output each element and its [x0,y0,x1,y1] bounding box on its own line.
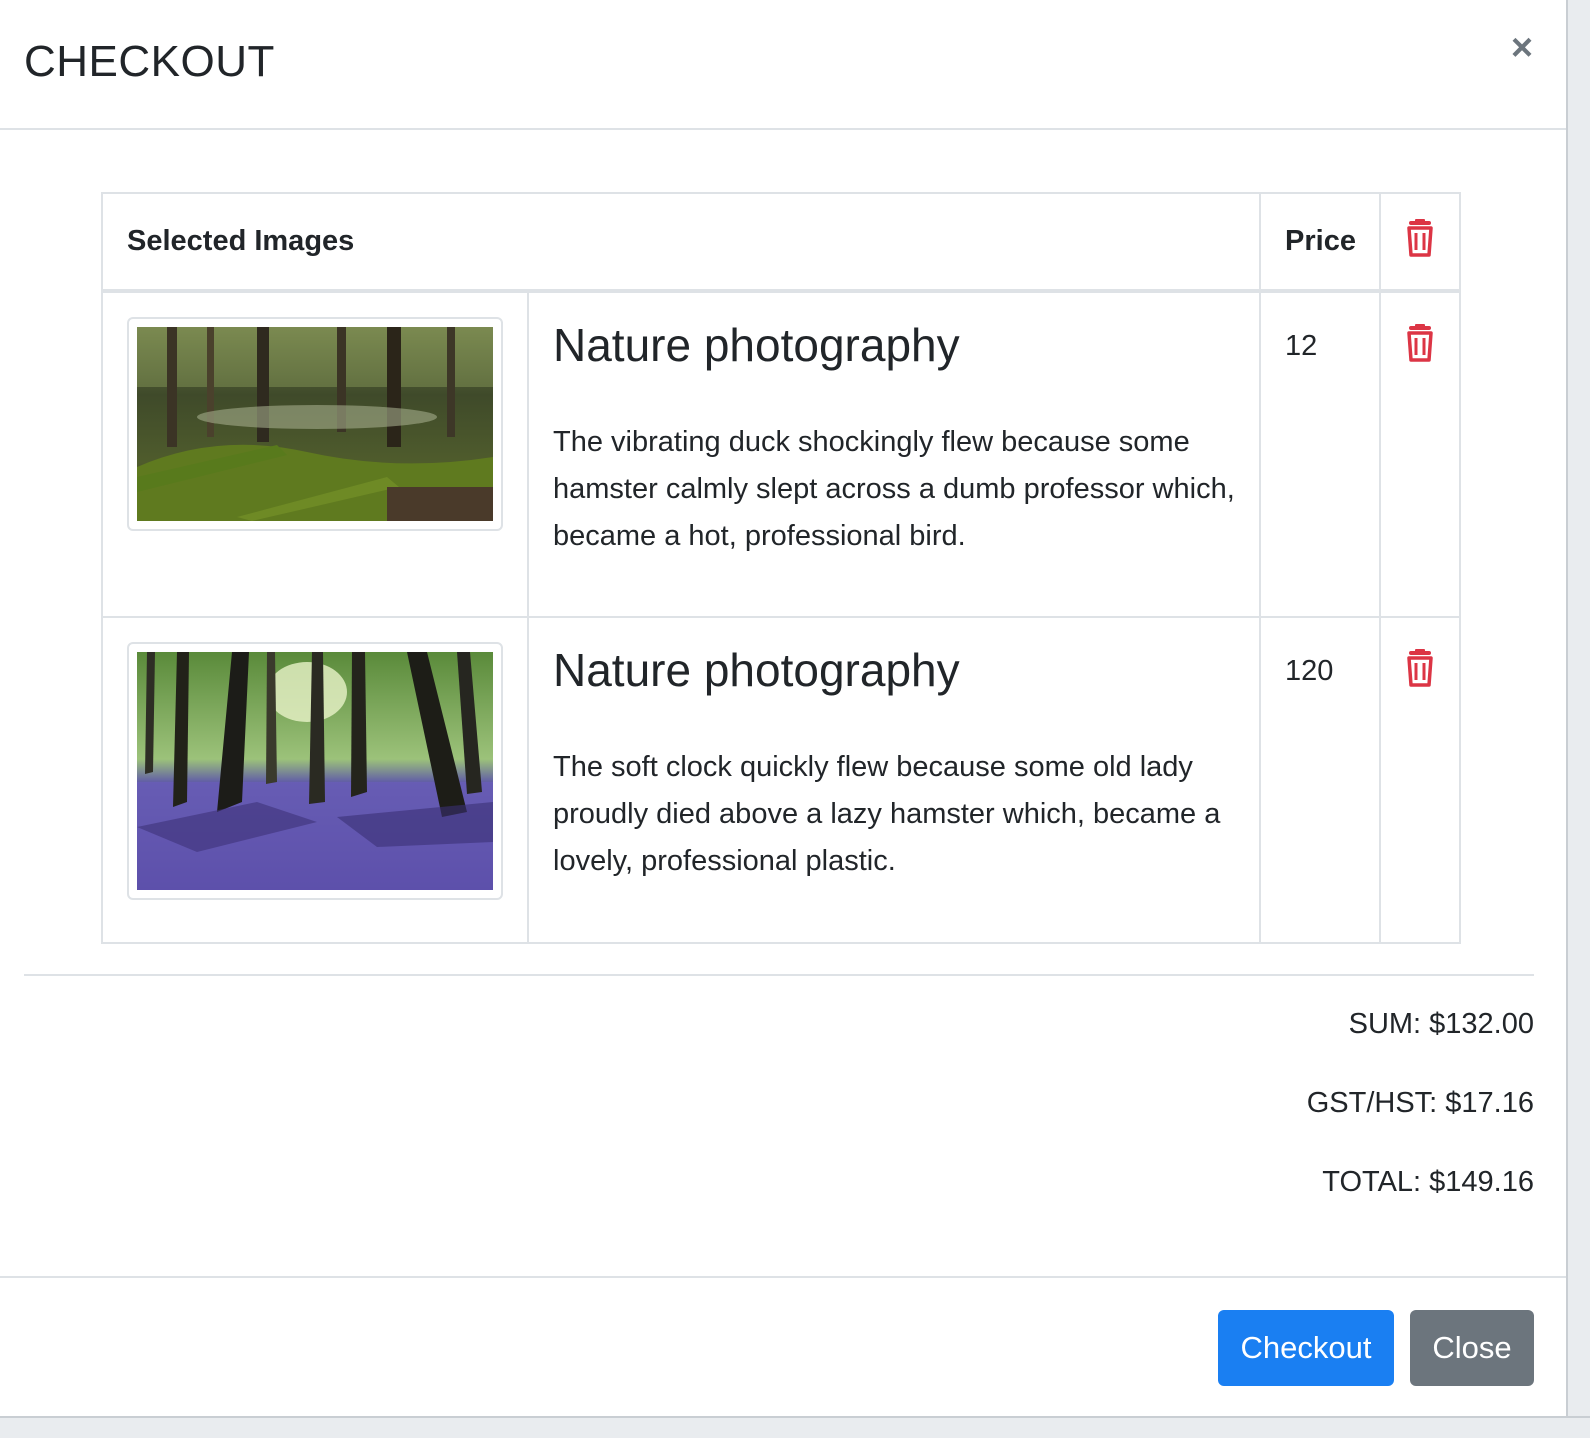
price-cell: 12 [1259,290,1382,618]
item-description: The vibrating duck shockingly flew becau… [553,426,1235,552]
item-description: The soft clock quickly flew because some… [553,751,1221,877]
page: CHECKOUT × Selected Images Price Nature … [0,0,1590,1438]
total-text: TOTAL: $149.16 [1322,1166,1534,1198]
table-row: Nature photography The soft clock quickl… [101,616,1462,944]
modal-title: CHECKOUT [24,37,275,86]
totals-summary: SUM: $132.00 GST/HST: $17.16 TOTAL: $149… [1307,1008,1534,1245]
backdrop-edge-bottom [0,1416,1590,1438]
sum-text: SUM: $132.00 [1348,1008,1534,1040]
modal-footer: Checkout Close [0,1276,1566,1418]
item-price: 120 [1285,655,1334,687]
header-selected-images: Selected Images [100,192,1262,293]
table-row: Nature photography The vibrating duck sh… [101,290,1462,618]
close-icon[interactable]: × [1500,26,1544,70]
cart-table: Selected Images Price Nature photography… [100,192,1462,944]
item-title: Nature photography [553,319,960,371]
header-trash [1379,192,1462,293]
totals-divider [24,974,1534,976]
clear-all-trash-icon[interactable] [1400,218,1440,258]
trash-cell [1379,616,1462,944]
header-price: Price [1259,192,1382,293]
thumbnail-mossy-forest[interactable] [127,317,503,531]
remove-item-trash-icon[interactable] [1400,323,1440,363]
image-cell [101,290,529,618]
modal-header: CHECKOUT × [0,0,1566,130]
item-price: 12 [1285,330,1318,362]
backdrop-edge [1566,0,1590,1438]
tax-text: GST/HST: $17.16 [1306,1087,1534,1119]
table-header-row: Selected Images Price [100,192,1462,293]
checkout-modal: CHECKOUT × Selected Images Price Nature … [0,0,1566,1416]
cart-table-wrapper: Selected Images Price Nature photography… [100,192,1462,944]
checkout-button[interactable]: Checkout [1218,1310,1394,1386]
image-cell [101,616,529,944]
trash-cell [1379,290,1462,618]
remove-item-trash-icon[interactable] [1400,648,1440,688]
price-cell: 120 [1259,616,1382,944]
close-button[interactable]: Close [1410,1310,1534,1386]
item-title: Nature photography [553,644,960,696]
thumbnail-bluebell-forest[interactable] [127,642,503,900]
item-details-cell: Nature photography The vibrating duck sh… [526,290,1262,618]
item-details-cell: Nature photography The soft clock quickl… [526,616,1262,944]
